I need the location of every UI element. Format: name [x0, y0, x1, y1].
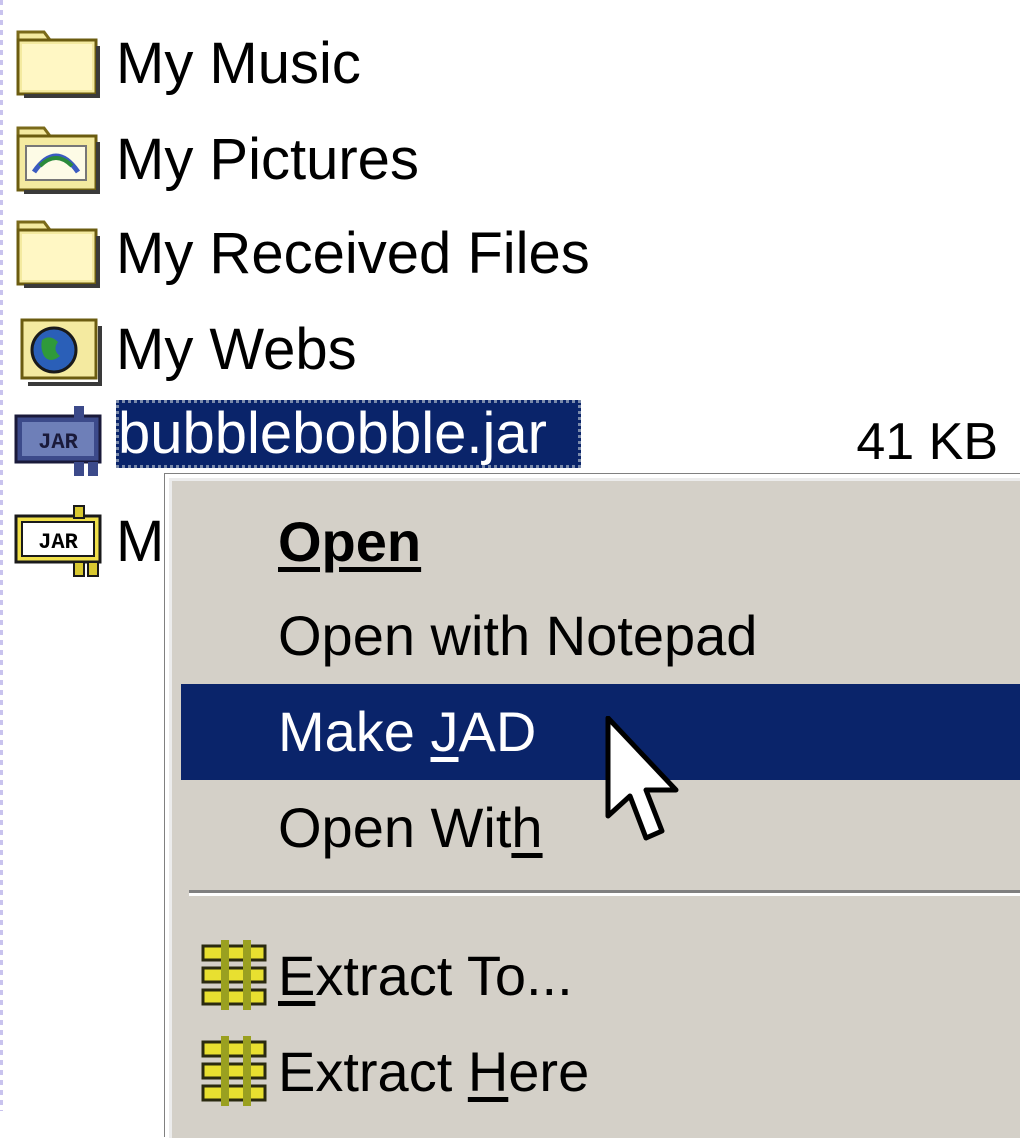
webs-folder-icon	[14, 312, 104, 388]
menu-item-label: Extract Here	[278, 1040, 590, 1103]
jar-file-icon: JAR	[14, 504, 104, 580]
menu-item-label: Open With	[278, 796, 543, 859]
file-row-my-webs[interactable]: My Webs	[14, 304, 1020, 396]
svg-text:JAR: JAR	[38, 430, 78, 455]
pictures-folder-icon	[14, 122, 104, 198]
menu-item-label: Open	[278, 510, 422, 573]
archive-extract-icon	[199, 1034, 275, 1110]
file-name: bubblebobble.jar	[116, 400, 581, 468]
menu-item-open-with[interactable]: Open With	[181, 780, 1020, 876]
archive-extract-icon	[199, 938, 275, 1014]
file-name: My Webs	[116, 317, 357, 382]
menu-item-open[interactable]: Open	[181, 494, 1020, 590]
menu-item-open-with-notepad[interactable]: Open with Notepad	[181, 588, 1020, 684]
file-row-my-music[interactable]: My Music	[14, 18, 1020, 110]
jar-file-icon: JAR	[14, 404, 104, 480]
folder-icon	[14, 216, 104, 292]
context-menu: Open Open with Notepad Make JAD Open Wit…	[165, 474, 1020, 1138]
menu-item-label: Extract To...	[278, 944, 573, 1007]
mouse-cursor-icon	[605, 716, 679, 841]
folder-icon	[14, 26, 104, 102]
menu-item-label: Open with Notepad	[278, 604, 758, 667]
file-row-my-received-files[interactable]: My Received Files	[14, 208, 1020, 300]
menu-item-make-jad[interactable]: Make JAD	[181, 684, 1020, 780]
file-name: My Music	[116, 31, 361, 96]
menu-item-extract-to[interactable]: Extract To...	[181, 928, 1020, 1024]
svg-text:JAR: JAR	[38, 530, 78, 555]
menu-item-label: Make JAD	[278, 700, 537, 763]
file-row-my-pictures[interactable]: My Pictures	[14, 114, 1020, 206]
menu-item-extract-here[interactable]: Extract Here	[181, 1024, 1020, 1120]
file-name: My Pictures	[116, 127, 419, 192]
menu-separator	[189, 890, 1020, 896]
window-left-edge	[0, 0, 3, 1111]
file-name: My Received Files	[116, 221, 590, 286]
file-name: M	[116, 509, 165, 574]
